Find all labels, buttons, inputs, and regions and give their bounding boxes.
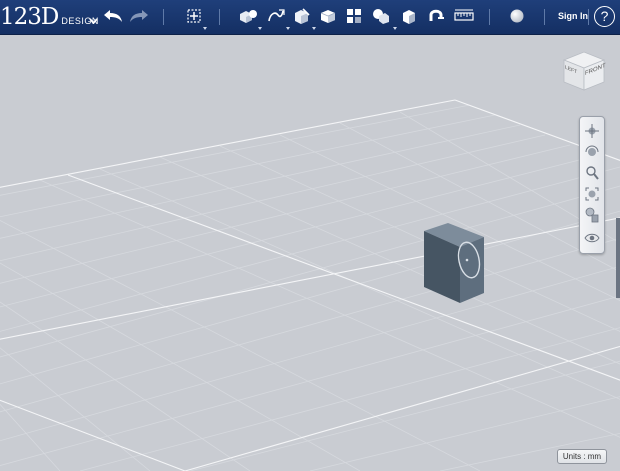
grouping-icon: [373, 9, 389, 24]
navigation-bar: [579, 116, 605, 254]
orbit-icon: [585, 145, 599, 156]
fit-button[interactable]: [583, 185, 601, 203]
grouping-button[interactable]: [367, 4, 393, 28]
transform-button[interactable]: [181, 4, 207, 28]
zoom-icon: [586, 166, 599, 180]
pan-icon: [585, 124, 599, 138]
perspective-button[interactable]: [583, 206, 601, 224]
visibility-button[interactable]: [583, 229, 601, 247]
combine-icon: [403, 10, 415, 24]
toolbar-separator: [219, 9, 220, 25]
workplane-grid: [0, 35, 620, 471]
modify-button[interactable]: [315, 4, 341, 28]
box-front-face: [460, 237, 484, 303]
sign-in-link[interactable]: Sign In: [558, 11, 588, 21]
fit-icon: [585, 187, 599, 201]
view-cube[interactable]: FRONT LEFT: [558, 46, 608, 94]
transform-dropdown-caret[interactable]: [203, 27, 207, 30]
pattern-icon: [347, 9, 361, 23]
selected-box-object[interactable]: [424, 223, 484, 303]
construct-button[interactable]: [289, 4, 315, 28]
toolbar-separator: [163, 9, 164, 25]
help-button[interactable]: ?: [594, 6, 615, 27]
top-toolbar: 123D DESIGN Sign In ?: [0, 0, 620, 35]
redo-button[interactable]: [126, 4, 152, 28]
primitives-icon: [240, 10, 257, 23]
sketch-button[interactable]: [263, 4, 289, 28]
ellipse-center-point: [465, 258, 469, 262]
visibility-eye-icon: [584, 233, 600, 243]
primitives-dropdown-caret[interactable]: [258, 27, 262, 30]
snap-magnet-icon: [429, 9, 444, 21]
measure-button[interactable]: [451, 4, 477, 28]
3d-viewport[interactable]: [0, 35, 620, 471]
material-button[interactable]: [504, 4, 530, 28]
toolbar-separator: [588, 9, 589, 25]
pan-button[interactable]: [583, 122, 601, 140]
app-logo-main: 123D: [0, 4, 59, 30]
snap-button[interactable]: [423, 4, 449, 28]
measure-icon: [454, 9, 474, 21]
toolbar-separator: [489, 9, 490, 25]
perspective-icon: [585, 207, 599, 223]
app-menu-chevron-icon[interactable]: [89, 11, 98, 29]
undo-arrow-icon: [104, 10, 122, 22]
undo-button[interactable]: [100, 4, 126, 28]
redo-arrow-icon: [130, 10, 148, 22]
combine-button[interactable]: [396, 4, 422, 28]
side-panel-handle[interactable]: [616, 218, 620, 298]
zoom-button[interactable]: [583, 164, 601, 182]
toolbar-separator: [544, 9, 545, 25]
sketch-icon: [268, 9, 285, 22]
orbit-button[interactable]: [583, 143, 601, 161]
modify-icon: [320, 10, 336, 23]
primitives-button[interactable]: [235, 4, 261, 28]
pattern-button[interactable]: [341, 4, 367, 28]
construct-icon: [295, 8, 310, 24]
app-logo[interactable]: 123D DESIGN: [0, 2, 99, 32]
units-indicator[interactable]: Units : mm: [557, 449, 607, 464]
material-sphere-icon: [510, 9, 524, 23]
transform-icon: [187, 9, 201, 23]
